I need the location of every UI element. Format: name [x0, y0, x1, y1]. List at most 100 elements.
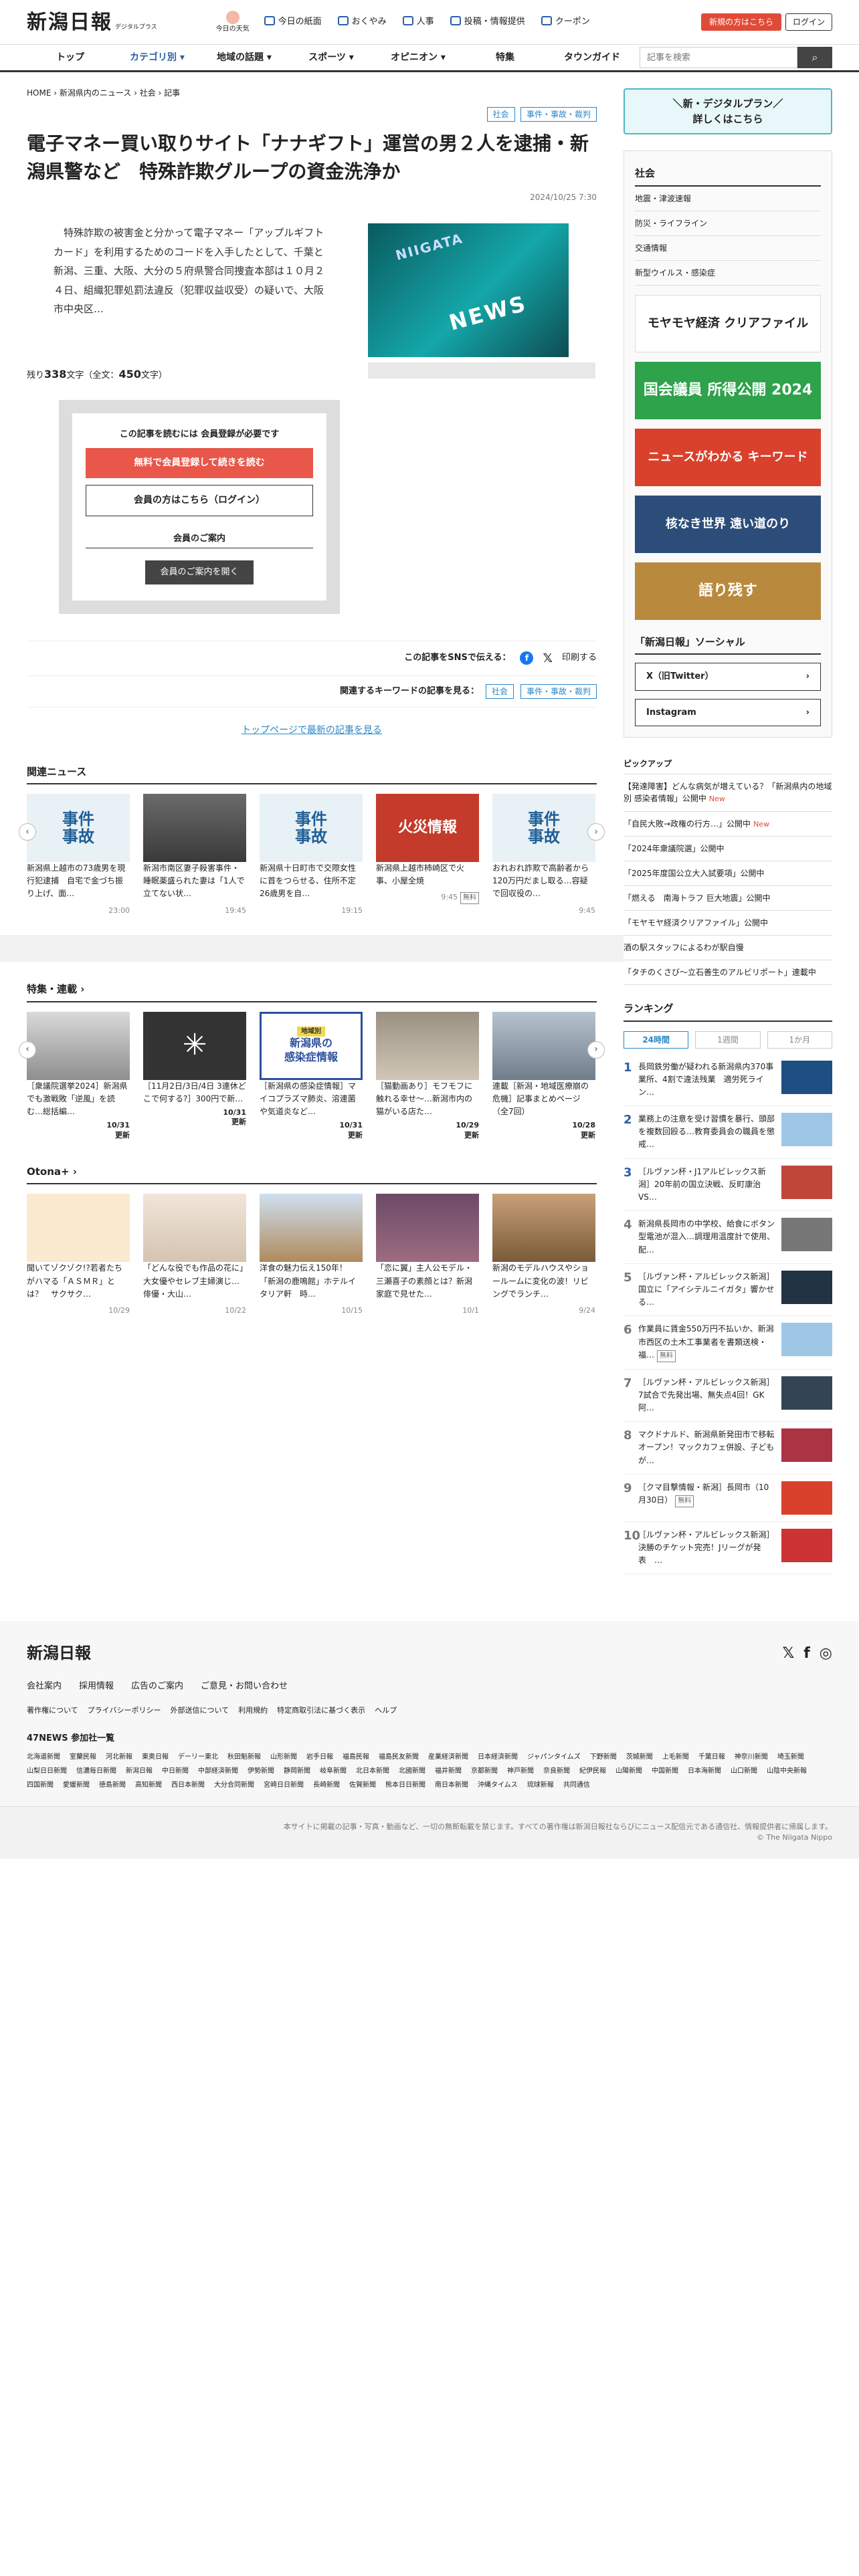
banner-keyword[interactable]: ニュースがわかる キーワード: [635, 428, 821, 486]
carousel-next-button[interactable]: ›: [587, 823, 605, 841]
pickup-item[interactable]: 「燃える 南海トラフ 巨大地震」公開中: [624, 886, 832, 911]
ranking-item[interactable]: 1 長岡鉄労働が疑われる新潟県内370事業所、4割で違法残業 適労死ライン…: [624, 1054, 832, 1107]
partner-paper-link[interactable]: 徳島新聞: [99, 1780, 126, 1790]
partner-paper-link[interactable]: 山口新聞: [731, 1766, 757, 1776]
partner-paper-link[interactable]: 共同通信: [563, 1780, 590, 1790]
nav-today-paper[interactable]: 今日の紙面: [264, 15, 322, 29]
ranking-item[interactable]: 7 ［ルヴァン杯・アルビレックス新潟］7試合で先発出場、無失点4回！GK阿…: [624, 1370, 832, 1422]
gnav-top[interactable]: トップ: [27, 51, 114, 65]
partner-paper-link[interactable]: 神奈川新聞: [735, 1752, 768, 1762]
print-link[interactable]: 印刷する: [562, 651, 597, 665]
article-image[interactable]: NIIGATA NEWS: [368, 223, 569, 357]
pickup-item[interactable]: 「2025年度国公立大入試要項」公開中: [624, 861, 832, 886]
footer-sublink[interactable]: ヘルプ: [375, 1705, 397, 1717]
feature-card[interactable]: 地域別 新潟県の 感染症情報 ［新潟県の感染症情報］マイコプラズマ肺炎、溶連菌や…: [260, 1011, 363, 1140]
partner-paper-link[interactable]: 伊勢新聞: [248, 1766, 274, 1776]
partner-paper-link[interactable]: 山梨日日新聞: [27, 1766, 67, 1776]
member-login-button[interactable]: 会員の方はこちら（ログイン）: [86, 484, 313, 516]
partner-paper-link[interactable]: 日本海新聞: [688, 1766, 721, 1776]
social-list-item[interactable]: 交通情報: [635, 236, 821, 261]
login-button[interactable]: ログイン: [785, 13, 832, 31]
pickup-item[interactable]: 「2024年衆議院選」公開中: [624, 837, 832, 861]
otona-heading[interactable]: Otona+ ›: [27, 1164, 597, 1185]
otona-card[interactable]: 洋食の魅力伝え150年！「新潟の鹿鳴館」ホテルイタリア軒 時… 10/15: [260, 1194, 363, 1316]
related-card[interactable]: 事件 事故 新潟県上越市の73歳男を現行犯逮捕 自宅で金づち振り上げ、面… 23…: [27, 794, 130, 916]
footer-link[interactable]: 会社案内: [27, 1680, 62, 1693]
instagram-link[interactable]: Instagram ›: [635, 698, 821, 726]
tab-24h[interactable]: 24時間: [624, 1031, 689, 1049]
register-button[interactable]: 新規の方はこちら: [700, 13, 781, 31]
footer-sublink[interactable]: 利用規約: [238, 1705, 268, 1717]
partner-paper-link[interactable]: ジャパンタイムズ: [527, 1752, 581, 1762]
tab-1week[interactable]: 1週間: [695, 1031, 761, 1049]
footer-link[interactable]: 広告のご案内: [131, 1680, 183, 1693]
twitter-link[interactable]: X（旧Twitter） ›: [635, 663, 821, 691]
partner-paper-link[interactable]: 秋田魁新報: [227, 1752, 261, 1762]
keyword-incident[interactable]: 事件・事故・裁判: [520, 683, 597, 699]
partner-paper-link[interactable]: 京都新聞: [471, 1766, 498, 1776]
related-card[interactable]: 事件 事故 新潟県十日町市で交際女性に首をつらせる、住所不定26歳男を自… 19…: [260, 794, 363, 916]
carousel-prev-button[interactable]: ‹: [19, 823, 36, 841]
pickup-item[interactable]: 【発達障害】どんな病気が増えている？「新潟県内の地域別 感染者情報」公開中 New: [624, 774, 832, 812]
partner-paper-link[interactable]: 宮崎日日新聞: [264, 1780, 304, 1790]
search-input[interactable]: [640, 47, 797, 68]
pickup-item[interactable]: 「自民大敗→政権の行方…」公開中 New: [624, 812, 832, 837]
site-logo[interactable]: 新潟日報 デジタルプラス: [27, 7, 157, 37]
banner-nuclear[interactable]: 核なき世界 遠い道のり: [635, 495, 821, 553]
ranking-item[interactable]: 6 作業員に賃金550万円不払いか、新潟市西区の土木工事業者を書類送検・福… 無料: [624, 1316, 832, 1370]
partner-paper-link[interactable]: 岩手日報: [306, 1752, 333, 1762]
partner-paper-link[interactable]: 西日本新聞: [171, 1780, 205, 1790]
partner-paper-link[interactable]: 茨城新聞: [626, 1752, 653, 1762]
otona-card[interactable]: 聞いてゾクゾク!?若者たちがハマる「ＡＳＭＲ」とは？ サクサク… 10/29: [27, 1194, 130, 1316]
pickup-item[interactable]: 「タチのくさび〜立石善生のアルビリポート」連載中: [624, 960, 832, 985]
facebook-icon[interactable]: f: [520, 651, 534, 665]
digital-plan-promo[interactable]: ＼新・デジタルプラン／ 詳しくはこちら: [624, 88, 832, 134]
partner-paper-link[interactable]: 山陽新聞: [615, 1766, 642, 1776]
partner-paper-link[interactable]: 紀伊民報: [579, 1766, 606, 1776]
social-list-item[interactable]: 地震・津波速報: [635, 187, 821, 211]
carousel-next-button[interactable]: ›: [587, 1041, 605, 1059]
related-card[interactable]: 新潟市南区妻子殺害事件・睡眠薬盛られた妻は「1人で立てない状… 19:45: [143, 794, 246, 916]
keyword-society[interactable]: 社会: [485, 683, 514, 699]
footer-sublink[interactable]: プライバシーポリシー: [88, 1705, 161, 1717]
features-heading[interactable]: 特集・連載 ›: [27, 982, 597, 1002]
pickup-item[interactable]: 「モヤモヤ経済クリアファイル」公開中: [624, 911, 832, 936]
footer-logo[interactable]: 新潟日報: [27, 1641, 91, 1665]
partner-paper-link[interactable]: 愛媛新聞: [63, 1780, 90, 1790]
social-list-item[interactable]: 防災・ライフライン: [635, 211, 821, 236]
partner-paper-link[interactable]: 中国新聞: [652, 1766, 678, 1776]
ranking-item[interactable]: 5 ［ルヴァン杯・アルビレックス新潟］国立に「アイシテルニイガタ」響かせる…: [624, 1264, 832, 1317]
otona-card[interactable]: 新潟のモデルハウスやショールームに変化の波！リビングでランチ… 9/24: [492, 1194, 595, 1316]
partner-paper-link[interactable]: 四国新聞: [27, 1780, 54, 1790]
partner-paper-link[interactable]: 北日本新聞: [356, 1766, 389, 1776]
otona-card[interactable]: 「どんな役でも作品の花に」大女優やセレブ主婦演じ…俳優・大山… 10/22: [143, 1194, 246, 1316]
related-card[interactable]: 事件 事故 おれおれ詐欺で高齢者から120万円だまし取る…容疑で回収役の… 9:…: [492, 794, 595, 916]
nav-submission[interactable]: 投稿・情報提供: [450, 15, 525, 29]
feature-card[interactable]: ［衆議院選挙2024］新潟県でも激戦敗「逆風」を読む…総括編… 10/31 更新: [27, 1011, 130, 1140]
banner-katari[interactable]: 語り残す: [635, 562, 821, 620]
nav-obituary[interactable]: おくやみ: [337, 15, 387, 29]
breadcrumb-society[interactable]: 社会: [140, 88, 156, 98]
gnav-category[interactable]: カテゴリ別 ▾: [114, 51, 201, 65]
partner-paper-link[interactable]: 東奥日報: [142, 1752, 169, 1762]
footer-sublink[interactable]: 特定商取引法に基づく表示: [277, 1705, 365, 1717]
ranking-item[interactable]: 3 ［ルヴァン杯・J1アルビレックス新潟］20年前の国立決戦、反町康治VS…: [624, 1159, 832, 1212]
ranking-item[interactable]: 4 新潟県長岡市の中学校、給食にボタン型電池が混入…調理用温度計で使用、配…: [624, 1211, 832, 1264]
partner-paper-link[interactable]: 神戸新聞: [507, 1766, 534, 1776]
ranking-item[interactable]: 9 ［クマ目撃情報・新潟］長岡市（10月30日） 無料: [624, 1475, 832, 1522]
free-register-button[interactable]: 無料で会員登録して続きを読む: [86, 447, 313, 478]
footer-sublink[interactable]: 外部送信について: [170, 1705, 229, 1717]
ranking-item[interactable]: 8 マクドナルド、新潟県新発田市で移転オープン！マックカフェ併設、子どもが…: [624, 1422, 832, 1475]
breadcrumb-home[interactable]: HOME: [27, 88, 51, 98]
tag-incident[interactable]: 事件・事故・裁判: [520, 107, 597, 122]
feature-card[interactable]: 連載［新潟・地域医療崩の危機］記事まとめページ（全7回） 10/28 更新: [492, 1011, 595, 1140]
ranking-item[interactable]: 10 ［ルヴァン杯・アルビレックス新潟］決勝のチケット完売！Jリーグが発表 …: [624, 1522, 832, 1575]
nav-coupon[interactable]: クーポン: [541, 15, 590, 29]
footer-link[interactable]: 採用情報: [79, 1680, 114, 1693]
partner-paper-link[interactable]: 熊本日日新聞: [385, 1780, 425, 1790]
partner-paper-link[interactable]: 奈良新聞: [543, 1766, 570, 1776]
otona-card[interactable]: 「恋に翼」主人公モデル・三瀬喜子の素顔とは？新潟家庭で見せた… 10/1: [376, 1194, 479, 1316]
related-card[interactable]: 火災情報 新潟県上越市柿崎区で火事、小屋全焼 9:45 無料: [376, 794, 479, 916]
partner-paper-link[interactable]: 下野新聞: [590, 1752, 617, 1762]
pickup-item[interactable]: 酒の駅スタッフによるわが駅自慢: [624, 936, 832, 960]
